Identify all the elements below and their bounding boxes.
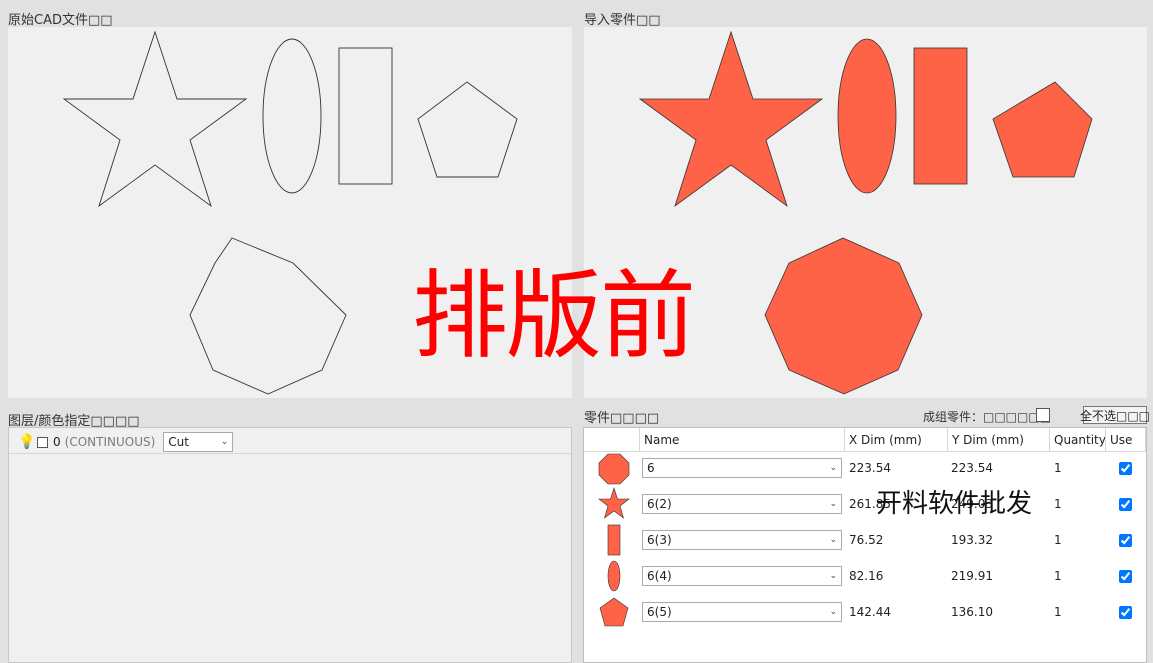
cad-star-outline [62, 30, 248, 208]
part-name-value: 6(2) [647, 497, 672, 511]
part-rectangle[interactable] [913, 47, 968, 185]
layer-name: 0 [53, 435, 61, 449]
quantity-cell[interactable]: 1 [1054, 569, 1062, 583]
xdim-cell: 76.52 [849, 533, 884, 547]
overlay-watermark-text: 开料软件批发 [876, 489, 1033, 519]
use-checkbox[interactable] [1119, 534, 1132, 547]
star-thumbnail-icon [598, 487, 630, 519]
chevron-down-icon: ⌄ [829, 571, 837, 581]
cad-octagon-outline [189, 237, 347, 395]
name-column-header[interactable]: Name [640, 428, 845, 452]
use-checkbox[interactable] [1119, 498, 1132, 511]
part-name-select[interactable]: 6(5) ⌄ [642, 602, 842, 622]
part-octagon[interactable] [764, 237, 923, 395]
chevron-down-icon: ⌄ [829, 499, 837, 509]
chevron-down-icon: ⌄ [220, 437, 229, 447]
use-column-header[interactable]: Use [1106, 428, 1146, 452]
cad-panel-title: 原始CAD文件□□ [8, 13, 113, 28]
part-name-value: 6 [647, 461, 655, 475]
table-row[interactable]: 6(2) ⌄ 261.85 249.03 1 [584, 486, 1146, 522]
parts-panel-title: 零件□□□□ [584, 411, 660, 426]
group-parts-checkbox[interactable] [1036, 408, 1050, 422]
table-row[interactable]: 6(5) ⌄ 142.44 136.10 1 [584, 594, 1146, 630]
xdim-column-header[interactable]: X Dim (mm) [845, 428, 948, 452]
chevron-down-icon: ⌄ [829, 607, 837, 617]
use-checkbox[interactable] [1119, 606, 1132, 619]
layer-list: 💡 0 (CONTINUOUS) Cut ⌄ [8, 427, 572, 663]
table-row[interactable]: 6 ⌄ 223.54 223.54 1 [584, 450, 1146, 486]
part-name-value: 6(5) [647, 605, 672, 619]
ydim-column-header[interactable]: Y Dim (mm) [948, 428, 1050, 452]
group-parts-label: 成组零件：□□□□□□ [923, 410, 1052, 424]
xdim-cell: 223.54 [849, 461, 891, 475]
quantity-cell[interactable]: 1 [1054, 461, 1062, 475]
ydim-cell: 223.54 [951, 461, 993, 475]
octagon-thumbnail-icon [598, 453, 630, 485]
overlay-before-layout-text: 排版前 [412, 260, 696, 372]
layer-mode-value: Cut [168, 435, 189, 449]
part-star[interactable] [638, 30, 824, 208]
part-name-value: 6(4) [647, 569, 672, 583]
chevron-down-icon: ⌄ [829, 535, 837, 545]
ellipse-thumbnail-icon [607, 560, 621, 592]
xdim-cell: 142.44 [849, 605, 891, 619]
chevron-down-icon: ⌄ [829, 463, 837, 473]
quantity-cell[interactable]: 1 [1054, 605, 1062, 619]
part-name-select[interactable]: 6(2) ⌄ [642, 494, 842, 514]
cad-rectangle-outline [338, 47, 393, 185]
layer-mode-select[interactable]: Cut ⌄ [163, 432, 234, 452]
part-name-select[interactable]: 6 ⌄ [642, 458, 842, 478]
quantity-cell[interactable]: 1 [1054, 533, 1062, 547]
rectangle-thumbnail-icon [607, 524, 621, 556]
quantity-cell[interactable]: 1 [1054, 497, 1062, 511]
table-row[interactable]: 6(4) ⌄ 82.16 219.91 1 [584, 558, 1146, 594]
thumb-column-header [584, 428, 640, 452]
cad-ellipse-outline [262, 38, 322, 194]
layer-checkbox[interactable] [37, 436, 48, 448]
layer-linetype: (CONTINUOUS) [64, 435, 156, 449]
xdim-cell: 82.16 [849, 569, 884, 583]
part-pentagon[interactable] [992, 81, 1093, 178]
part-name-select[interactable]: 6(3) ⌄ [642, 530, 842, 550]
cad-pentagon-outline [417, 81, 518, 178]
ydim-cell: 193.32 [951, 533, 993, 547]
import-panel-title: 导入零件□□ [584, 13, 661, 28]
pentagon-thumbnail-icon [599, 597, 629, 627]
part-name-select[interactable]: 6(4) ⌄ [642, 566, 842, 586]
lightbulb-icon[interactable]: 💡 [18, 434, 35, 450]
table-row[interactable]: 6(3) ⌄ 76.52 193.32 1 [584, 522, 1146, 558]
divider [9, 453, 571, 454]
use-checkbox[interactable] [1119, 570, 1132, 583]
parts-table: Name X Dim (mm) Y Dim (mm) Quantity Use … [583, 427, 1147, 663]
quantity-column-header[interactable]: Quantity [1050, 428, 1106, 452]
use-checkbox[interactable] [1119, 462, 1132, 475]
layer-row: 💡 0 (CONTINUOUS) Cut ⌄ [18, 432, 234, 452]
part-name-value: 6(3) [647, 533, 672, 547]
ydim-cell: 219.91 [951, 569, 993, 583]
unselect-all-button[interactable]: 全不选□□□ [1080, 406, 1150, 424]
part-ellipse[interactable] [837, 38, 897, 194]
ydim-cell: 136.10 [951, 605, 993, 619]
